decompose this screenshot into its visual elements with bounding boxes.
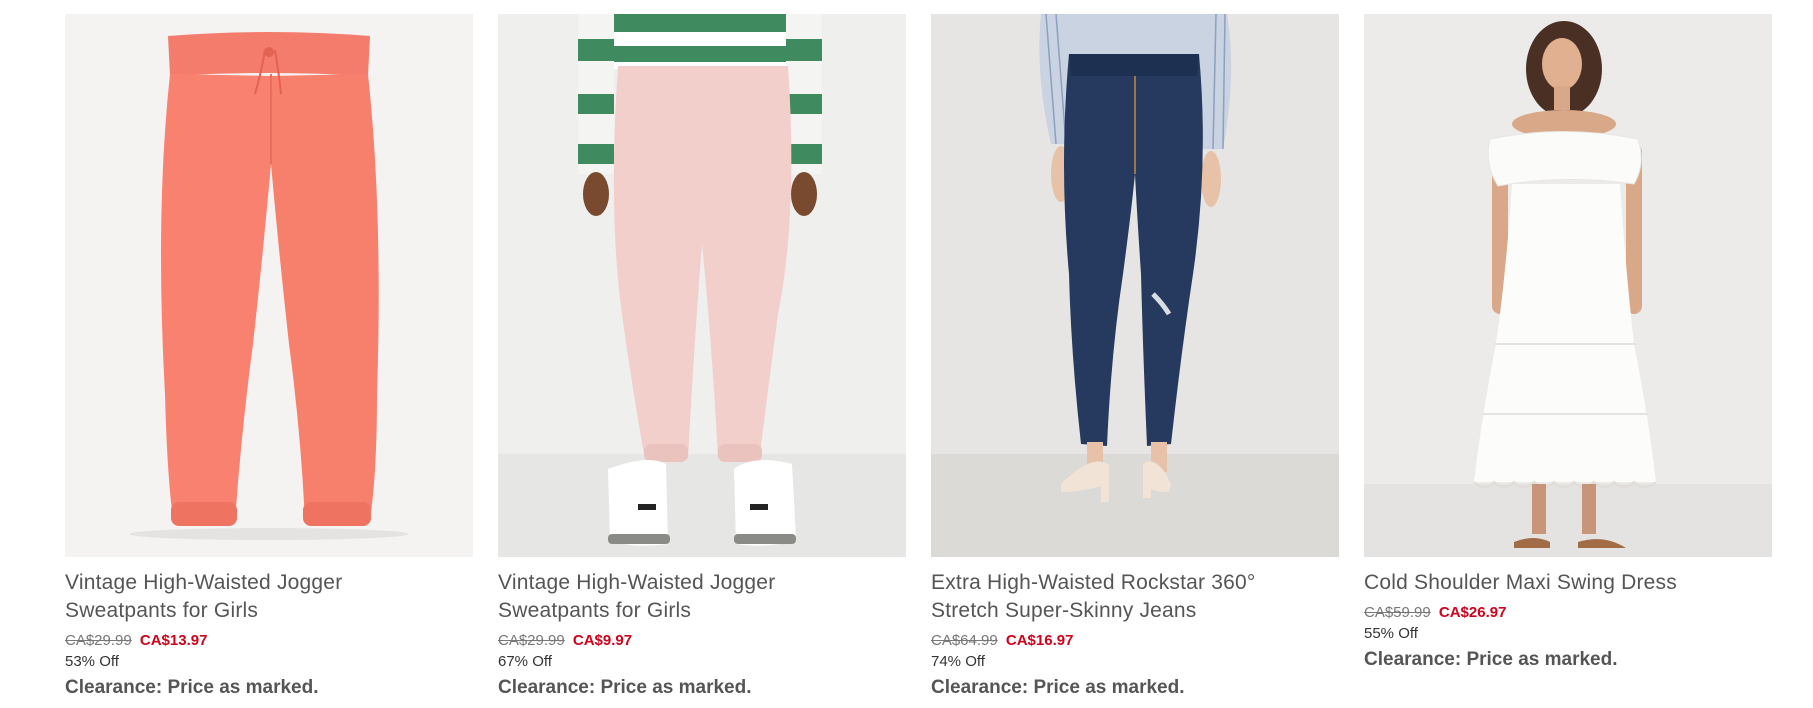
- product-card[interactable]: Vintage High-Waisted Jogger Sweatpants f…: [498, 14, 906, 701]
- product-card[interactable]: Cold Shoulder Maxi Swing Dress CA$59.99 …: [1364, 14, 1772, 701]
- product-title[interactable]: Cold Shoulder Maxi Swing Dress: [1364, 569, 1772, 597]
- product-title-line1[interactable]: Vintage High-Waisted Jogger: [498, 569, 906, 597]
- pink-jogger-image: [498, 14, 906, 557]
- original-price: CA$64.99: [931, 632, 998, 649]
- product-title-line1[interactable]: Vintage High-Waisted Jogger: [65, 569, 473, 597]
- product-grid: Vintage High-Waisted Jogger Sweatpants f…: [65, 14, 1772, 701]
- clearance-label: Clearance: Price as marked.: [498, 677, 752, 698]
- discount-label: 74% Off: [931, 653, 985, 670]
- product-card[interactable]: Vintage High-Waisted Jogger Sweatpants f…: [65, 14, 473, 701]
- original-price: CA$29.99: [498, 632, 565, 649]
- discount-label: 67% Off: [498, 653, 552, 670]
- product-image[interactable]: [498, 14, 906, 557]
- sale-price: CA$16.97: [1005, 632, 1074, 649]
- product-image[interactable]: [931, 14, 1339, 557]
- product-title-line1[interactable]: Cold Shoulder Maxi Swing Dress: [1364, 569, 1772, 597]
- sale-price: CA$13.97: [139, 632, 208, 649]
- product-image[interactable]: [1364, 14, 1772, 557]
- product-card[interactable]: Extra High-Waisted Rockstar 360° Stretch…: [931, 14, 1339, 701]
- sale-price: CA$26.97: [1438, 604, 1507, 621]
- price-row: CA$64.99 CA$16.97: [931, 631, 1339, 651]
- product-image[interactable]: [65, 14, 473, 557]
- discount-label: 55% Off: [1364, 625, 1418, 642]
- price-row: CA$29.99 CA$9.97: [498, 631, 906, 651]
- product-title-line2[interactable]: Sweatpants for Girls: [498, 597, 906, 625]
- product-title-line1[interactable]: Extra High-Waisted Rockstar 360°: [931, 569, 1339, 597]
- clearance-label: Clearance: Price as marked.: [65, 677, 319, 698]
- price-row: CA$59.99 CA$26.97: [1364, 603, 1772, 623]
- product-title-line2[interactable]: Sweatpants for Girls: [65, 597, 473, 625]
- discount-label: 53% Off: [65, 653, 119, 670]
- product-title-line2[interactable]: Stretch Super-Skinny Jeans: [931, 597, 1339, 625]
- maxi-dress-image: [1364, 14, 1772, 557]
- product-title[interactable]: Vintage High-Waisted Jogger Sweatpants f…: [65, 569, 473, 625]
- clearance-label: Clearance: Price as marked.: [931, 677, 1185, 698]
- product-title[interactable]: Vintage High-Waisted Jogger Sweatpants f…: [498, 569, 906, 625]
- original-price: CA$29.99: [65, 632, 132, 649]
- clearance-label: Clearance: Price as marked.: [1364, 649, 1618, 670]
- price-row: CA$29.99 CA$13.97: [65, 631, 473, 651]
- skinny-jeans-image: [931, 14, 1339, 557]
- coral-jogger-image: [65, 14, 473, 557]
- original-price: CA$59.99: [1364, 604, 1431, 621]
- sale-price: CA$9.97: [572, 632, 633, 649]
- product-title[interactable]: Extra High-Waisted Rockstar 360° Stretch…: [931, 569, 1339, 625]
